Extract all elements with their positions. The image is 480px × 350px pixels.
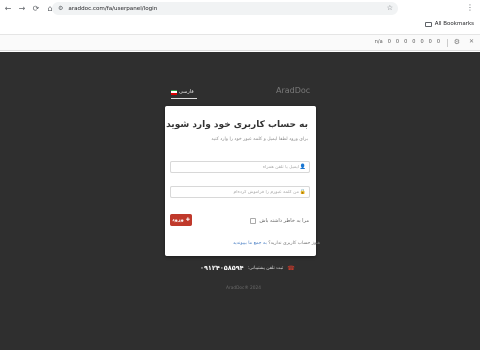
remember-me-checkbox[interactable] (250, 218, 257, 224)
lock-icon: 🔒 (299, 189, 306, 195)
language-switch[interactable]: فارسی (171, 87, 195, 97)
user-icon: 👤 (299, 164, 306, 170)
register-prompt: هنوز حساب کاربری ندارید؟ به جمع ما بپیون… (233, 241, 320, 246)
all-bookmarks[interactable]: All Bookmarks (424, 19, 474, 29)
register-link[interactable]: به جمع ما بپیوندید (233, 241, 267, 246)
page-title: به حساب کاربری خود وارد شوید (166, 120, 308, 130)
extension-item[interactable]: n/a (375, 39, 383, 45)
copyright: AradDoc® 2024 (226, 286, 261, 291)
extension-item[interactable]: 0 (412, 39, 415, 45)
support-number[interactable]: ۰۹۱۲۴۰۵۸۵۹۴ (200, 264, 244, 272)
gear-icon[interactable]: ⚙ (454, 38, 460, 46)
login-button-label: ورود (172, 217, 184, 223)
extension-items: n/a 0 0 0 0 0 0 0 (375, 39, 440, 45)
login-card: به حساب کاربری خود وارد شوید برای ورود ل… (165, 106, 320, 256)
phone-icon: ☎ (287, 264, 295, 272)
extension-item[interactable]: 0 (388, 39, 391, 45)
extension-item[interactable]: 0 (420, 39, 423, 45)
close-icon[interactable]: ✕ (469, 38, 474, 45)
extension-toolbar: n/a 0 0 0 0 0 0 0 ⚙ ✕ (0, 34, 480, 51)
forward-icon[interactable]: → (16, 3, 28, 15)
remember-me-label: مرا به خاطر داشته باش (259, 218, 309, 224)
back-icon[interactable]: ← (2, 3, 14, 15)
iran-flag-icon (171, 89, 177, 95)
extension-item[interactable]: 0 (429, 39, 432, 45)
url-text: araddoc.com/fa/userpanel/login (68, 5, 158, 12)
browser-menu-icon[interactable]: ⋮ (466, 3, 474, 12)
language-label: فارسی (179, 89, 194, 95)
password-field[interactable]: 🔒 (170, 186, 310, 198)
bookmark-star-icon[interactable]: ☆ (387, 4, 393, 12)
email-field[interactable]: 👤 (170, 161, 310, 173)
extension-item[interactable]: 0 (396, 39, 399, 45)
register-text: هنوز حساب کاربری ندارید؟ (268, 241, 321, 246)
address-bar[interactable]: ⚙ araddoc.com/fa/userpanel/login ☆ (52, 2, 398, 15)
remember-me[interactable]: مرا به خاطر داشته باش (250, 218, 309, 224)
extension-item[interactable]: 0 (437, 39, 440, 45)
login-button[interactable]: ورود ✚ (170, 214, 192, 226)
extension-item[interactable]: 0 (404, 39, 407, 45)
email-input[interactable] (175, 162, 299, 172)
language-underline (171, 98, 197, 99)
password-input[interactable] (175, 187, 299, 197)
reload-icon[interactable]: ⟳ (30, 3, 42, 15)
browser-chrome: ← → ⟳ ⌂ ⚙ araddoc.com/fa/userpanel/login… (0, 0, 480, 52)
page-content: AradDoc فارسی به حساب کاربری خود وارد شو… (0, 52, 480, 350)
login-subtitle: برای ورود لطفا ایمیل و کلمه عبور خود را … (211, 137, 308, 142)
brand-logo[interactable]: AradDoc (276, 86, 310, 95)
all-bookmarks-label: All Bookmarks (434, 21, 474, 27)
site-info-icon[interactable]: ⚙ (58, 5, 63, 12)
sign-in-icon: ✚ (185, 217, 190, 223)
support-info: ۰۹۱۲۴۰۵۸۵۹۴ ثبت تلفن پشتیبانی: ☎ (200, 264, 295, 272)
folder-icon (424, 21, 432, 27)
toolbar-divider (447, 39, 448, 47)
support-label: ثبت تلفن پشتیبانی: (247, 265, 284, 271)
